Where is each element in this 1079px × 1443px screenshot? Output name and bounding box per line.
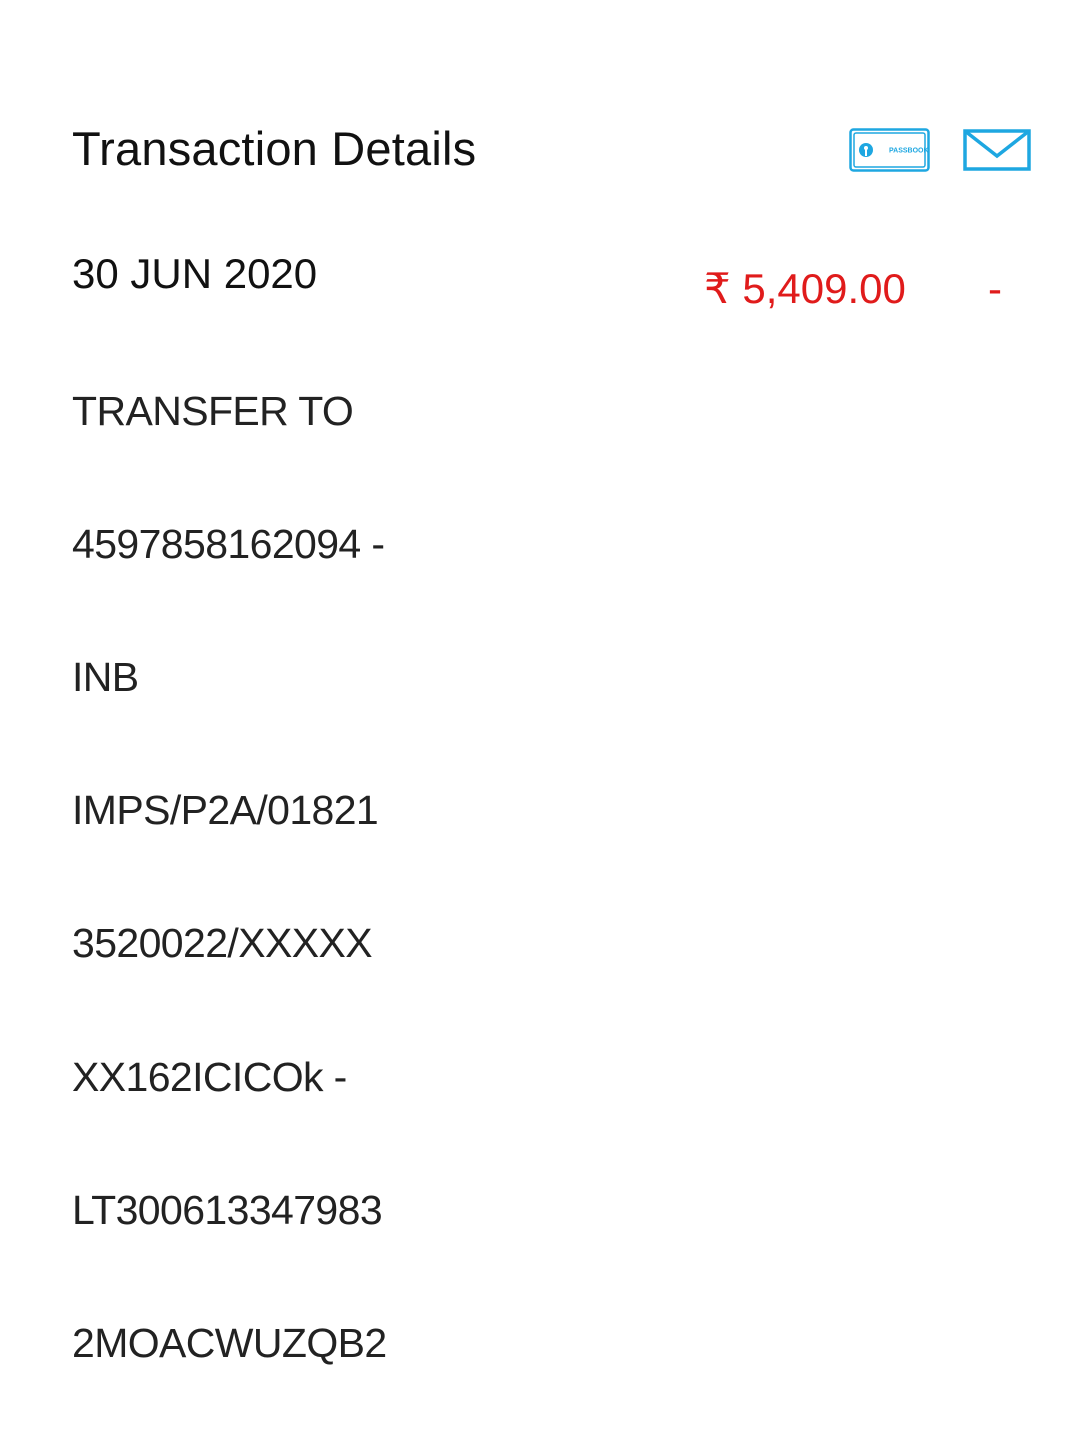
transaction-description: TRANSFER TO 4597858162094 - INB IMPS/P2A… xyxy=(72,311,472,1443)
description-line: LT300613347983 xyxy=(72,1186,383,1233)
svg-text:PASSBOOK: PASSBOOK xyxy=(889,148,929,155)
mail-icon xyxy=(963,129,1031,171)
description-line: 2MOACWUZQB2 xyxy=(72,1319,387,1366)
description-line: TRANSFER TO xyxy=(72,387,354,434)
transaction-amount: ₹ 5,409.00 xyxy=(704,265,906,312)
transaction-date: 30 JUN 2020 xyxy=(72,250,318,297)
page-title: Transaction Details xyxy=(72,122,477,175)
debit-indicator: - xyxy=(988,265,1002,312)
email-button[interactable] xyxy=(963,128,1031,172)
description-line: 3520022/XXXXX xyxy=(72,920,373,967)
description-line: IMPS/P2A/01821 xyxy=(72,787,379,834)
description-line: 4597858162094 - xyxy=(72,520,385,567)
passbook-icon: PASSBOOK xyxy=(849,128,930,172)
description-line: INB xyxy=(72,653,139,700)
description-line: XX162ICICOk - xyxy=(72,1053,347,1100)
passbook-button[interactable]: PASSBOOK xyxy=(849,128,930,172)
